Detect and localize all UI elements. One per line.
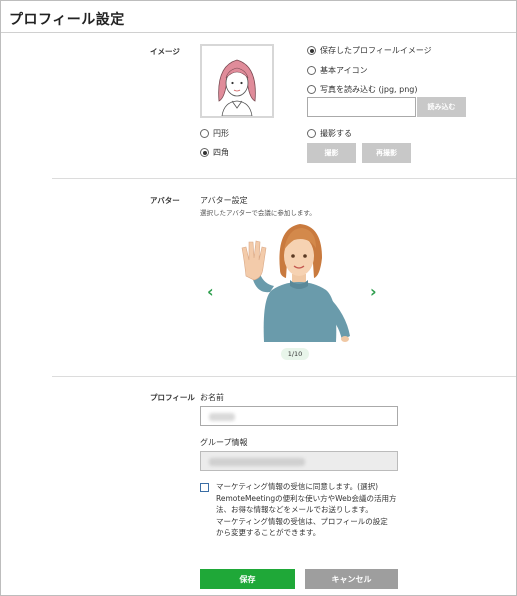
avatar-description: 選択したアバターで会議に参加します。 <box>200 209 316 217</box>
page-title: プロフィール設定 <box>9 12 125 28</box>
marketing-consent-text: マーケティング情報の受信に同意します。(選択) RemoteMeetingの便利… <box>216 482 397 537</box>
load-button[interactable]: 読み込む <box>417 97 466 117</box>
option-saved-image[interactable]: 保存したプロフィールイメージ <box>307 45 432 56</box>
profile-section-label: プロフィール <box>150 393 195 402</box>
chevron-right-icon[interactable]: › <box>370 282 377 301</box>
group-info-field <box>200 451 398 471</box>
file-path-input[interactable] <box>307 97 416 117</box>
shape-circle-option[interactable]: 円形 <box>200 128 229 139</box>
avatar-section-label: アバター <box>150 196 180 205</box>
profile-illustration-icon <box>218 59 256 117</box>
recapture-button[interactable]: 再撮影 <box>362 143 411 163</box>
name-label: お名前 <box>200 393 224 402</box>
radio-icon <box>307 129 316 138</box>
avatar-preview-image <box>241 224 350 342</box>
option-upload-photo[interactable]: 写真を読み込む (jpg, png) <box>307 84 417 95</box>
avatar-pager: 1/10 <box>281 348 309 360</box>
radio-icon <box>200 129 209 138</box>
chevron-left-icon[interactable]: ‹ <box>207 282 214 301</box>
radio-icon <box>307 85 316 94</box>
redacted-value <box>209 458 305 466</box>
avatar-heading: アバター設定 <box>200 196 248 205</box>
option-capture[interactable]: 撮影する <box>307 128 352 139</box>
shape-square-option[interactable]: 四角 <box>200 147 229 158</box>
image-section-label: イメージ <box>150 47 180 56</box>
option-basic-icon[interactable]: 基本アイコン <box>307 65 368 76</box>
redacted-value <box>209 413 235 421</box>
radio-selected-icon <box>200 148 209 157</box>
group-label: グループ情報 <box>200 438 248 447</box>
marketing-consent-checkbox[interactable] <box>200 483 209 492</box>
radio-selected-icon <box>307 46 316 55</box>
section-divider <box>52 376 516 377</box>
capture-button[interactable]: 撮影 <box>307 143 356 163</box>
profile-image-preview <box>200 44 274 118</box>
section-divider <box>52 178 516 179</box>
save-button[interactable]: 保存 <box>200 569 295 589</box>
title-divider <box>1 32 516 33</box>
cancel-button[interactable]: キャンセル <box>305 569 398 589</box>
radio-icon <box>307 66 316 75</box>
name-input[interactable] <box>200 406 398 426</box>
